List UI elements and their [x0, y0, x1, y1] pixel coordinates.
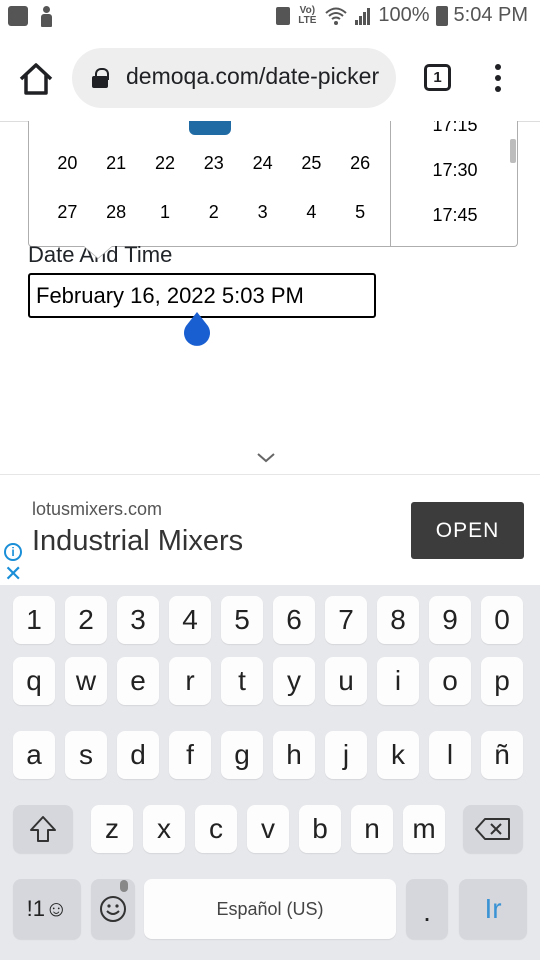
battery-percent: 100% — [378, 4, 430, 26]
key-s[interactable]: s — [65, 731, 107, 779]
key-9[interactable]: 9 — [429, 596, 471, 644]
calendar-week: 20 21 22 23 24 25 26 — [43, 153, 385, 174]
go-key[interactable]: Ir — [459, 879, 527, 939]
key-z[interactable]: z — [91, 805, 133, 853]
key-p[interactable]: p — [481, 657, 523, 705]
ad-open-button[interactable]: OPEN — [411, 502, 524, 559]
key-o[interactable]: o — [429, 657, 471, 705]
date-picker-popup: 20 21 22 23 24 25 26 27 28 1 2 3 4 5 17:… — [28, 121, 518, 247]
key-d[interactable]: d — [117, 731, 159, 779]
key-m[interactable]: m — [403, 805, 445, 853]
calendar-day[interactable]: 22 — [141, 153, 190, 174]
calendar-week: 27 28 1 2 3 4 5 — [43, 202, 385, 223]
calendar-day[interactable]: 24 — [238, 153, 287, 174]
emoji-icon — [100, 896, 126, 922]
key-k[interactable]: k — [377, 731, 419, 779]
time-option[interactable]: 17:15 — [391, 121, 517, 136]
key-h[interactable]: h — [273, 731, 315, 779]
calendar-day[interactable]: 21 — [92, 153, 141, 174]
emoji-key[interactable] — [91, 879, 135, 939]
key-r[interactable]: r — [169, 657, 211, 705]
key-u[interactable]: u — [325, 657, 367, 705]
time-option[interactable]: 17:45 — [391, 205, 517, 226]
key-q[interactable]: q — [13, 657, 55, 705]
accessibility-icon — [40, 6, 52, 28]
key-5[interactable]: 5 — [221, 596, 263, 644]
calendar-day[interactable]: 23 — [189, 153, 238, 174]
chevron-down-icon[interactable] — [256, 450, 276, 464]
key-n-tilde[interactable]: ñ — [481, 731, 523, 779]
key-b[interactable]: b — [299, 805, 341, 853]
key-8[interactable]: 8 — [377, 596, 419, 644]
key-c[interactable]: c — [195, 805, 237, 853]
calendar-day[interactable]: 2 — [189, 202, 238, 223]
overflow-menu-icon[interactable] — [488, 60, 508, 96]
shift-icon — [30, 816, 56, 842]
ad-domain: lotusmixers.com — [32, 499, 163, 519]
key-2[interactable]: 2 — [65, 596, 107, 644]
key-6[interactable]: 6 — [273, 596, 315, 644]
selected-day-highlight[interactable] — [189, 121, 231, 135]
key-3[interactable]: 3 — [117, 596, 159, 644]
calendar-day[interactable]: 28 — [92, 202, 141, 223]
calendar-day[interactable]: 1 — [141, 202, 190, 223]
key-1[interactable]: 1 — [13, 596, 55, 644]
calendar-day[interactable]: 26 — [336, 153, 385, 174]
key-w[interactable]: w — [65, 657, 107, 705]
url-text[interactable]: demoqa.com/date-picker — [126, 63, 379, 90]
recycle-icon — [276, 6, 291, 25]
ad-banner[interactable]: lotusmixers.com Industrial Mixers OPEN i… — [0, 474, 540, 585]
ad-close-icon[interactable]: ✕ — [4, 563, 22, 585]
key-e[interactable]: e — [117, 657, 159, 705]
voicemail-icon — [8, 6, 28, 26]
address-bar[interactable]: demoqa.com/date-picker — [72, 48, 396, 108]
ad-title[interactable]: Industrial Mixers — [32, 525, 243, 558]
key-n[interactable]: n — [351, 805, 393, 853]
key-7[interactable]: 7 — [325, 596, 367, 644]
space-key[interactable]: Español (US) — [144, 879, 396, 939]
lock-icon — [92, 68, 109, 88]
key-a[interactable]: a — [13, 731, 55, 779]
time-list[interactable]: 17:15 17:30 17:45 — [390, 121, 517, 246]
key-f[interactable]: f — [169, 731, 211, 779]
calendar-day[interactable]: 3 — [238, 202, 287, 223]
key-i[interactable]: i — [377, 657, 419, 705]
ad-info-icon[interactable]: i — [4, 543, 22, 561]
wifi-icon — [325, 7, 348, 25]
time-list-scrollbar[interactable] — [510, 139, 516, 163]
key-v[interactable]: v — [247, 805, 289, 853]
period-key[interactable]: . — [406, 879, 448, 939]
text-cursor-handle[interactable] — [182, 312, 212, 346]
clock: 5:04 PM — [453, 4, 528, 26]
key-4[interactable]: 4 — [169, 596, 211, 644]
time-option[interactable]: 17:30 — [391, 160, 517, 181]
symbols-key[interactable]: !1☺ — [13, 879, 81, 939]
signal-icon — [355, 7, 371, 25]
key-0[interactable]: 0 — [481, 596, 523, 644]
microphone-icon — [120, 880, 128, 892]
calendar-day[interactable]: 5 — [336, 202, 385, 223]
key-g[interactable]: g — [221, 731, 263, 779]
browser-toolbar: demoqa.com/date-picker 1 — [0, 36, 540, 122]
calendar-day[interactable]: 20 — [43, 153, 92, 174]
backspace-icon — [475, 818, 510, 840]
backspace-key[interactable] — [463, 805, 523, 853]
key-l[interactable]: l — [429, 731, 471, 779]
tab-switcher-button[interactable]: 1 — [424, 64, 451, 91]
key-x[interactable]: x — [143, 805, 185, 853]
battery-icon — [435, 5, 448, 26]
calendar-day[interactable]: 4 — [287, 202, 336, 223]
key-t[interactable]: t — [221, 657, 263, 705]
shift-key[interactable] — [13, 805, 73, 853]
on-screen-keyboard: 1 2 3 4 5 6 7 8 9 0 q w e r t y u i o p … — [0, 585, 540, 960]
calendar-day[interactable]: 27 — [43, 202, 92, 223]
status-bar: Vo) LTE 100% 5:04 PM — [0, 0, 540, 36]
calendar-day[interactable]: 25 — [287, 153, 336, 174]
volte-icon: Vo) LTE — [298, 4, 317, 26]
key-y[interactable]: y — [273, 657, 315, 705]
home-icon[interactable] — [16, 60, 56, 98]
key-j[interactable]: j — [325, 731, 367, 779]
